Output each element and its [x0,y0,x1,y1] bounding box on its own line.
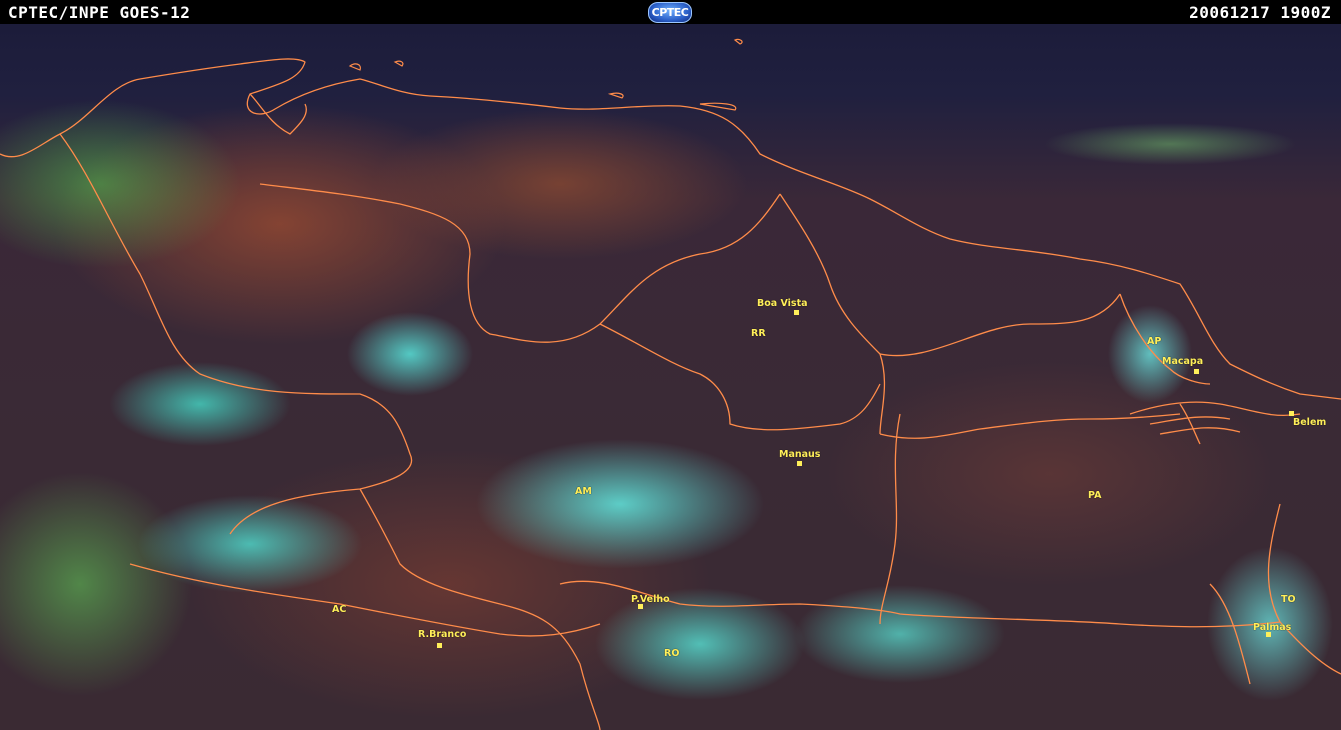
border-colombia [59,133,413,535]
state-label-rr: RR [751,328,766,339]
city-label-r-branco: R.Branco [418,629,467,640]
city-marker-boa-vista [794,310,799,315]
state-label-pa: PA [1088,490,1102,501]
state-label-to: TO [1281,594,1296,605]
border-suriname [879,293,1121,357]
border-roraima [599,323,881,431]
state-label-ac: AC [332,604,347,615]
border-amazonas-west [359,488,601,730]
border-tocantins [1209,503,1341,685]
satellite-map: RR AP AM PA AC RO TO Boa Vista Macapa Be… [0,24,1341,730]
border-venezuela [259,183,781,343]
city-label-macapa: Macapa [1162,356,1204,367]
city-label-manaus: Manaus [779,449,821,460]
image-header: CPTEC/INPE GOES-12 CPTEC 20061217 1900Z [0,0,1341,24]
city-marker-r-branco [437,643,442,648]
border-acre-rondonia [129,563,601,637]
border-amazonas-para [879,413,1181,625]
city-marker-palmas [1266,632,1271,637]
city-marker-p-velho [638,604,643,609]
city-marker-manaus [797,461,802,466]
city-label-palmas: Palmas [1253,622,1292,633]
boundaries-overlay [0,38,1341,730]
city-label-p-velho: P.Velho [631,594,670,605]
state-label-ap: AP [1147,336,1162,347]
river-delta [1129,401,1301,445]
city-label-belem: Belem [1293,417,1327,428]
satellite-title: CPTEC/INPE GOES-12 [8,3,191,22]
city-label-boa-vista: Boa Vista [757,298,808,309]
coastline-north [0,58,1341,400]
state-label-am: AM [575,486,592,497]
city-marker-macapa [1194,369,1199,374]
islands-caribbean [348,38,743,111]
logo-text: CPTEC [651,6,689,19]
cptec-logo-icon: CPTEC [648,2,692,23]
image-timestamp: 20061217 1900Z [1189,3,1331,22]
state-label-ro: RO [664,648,680,659]
city-marker-belem [1289,411,1294,416]
